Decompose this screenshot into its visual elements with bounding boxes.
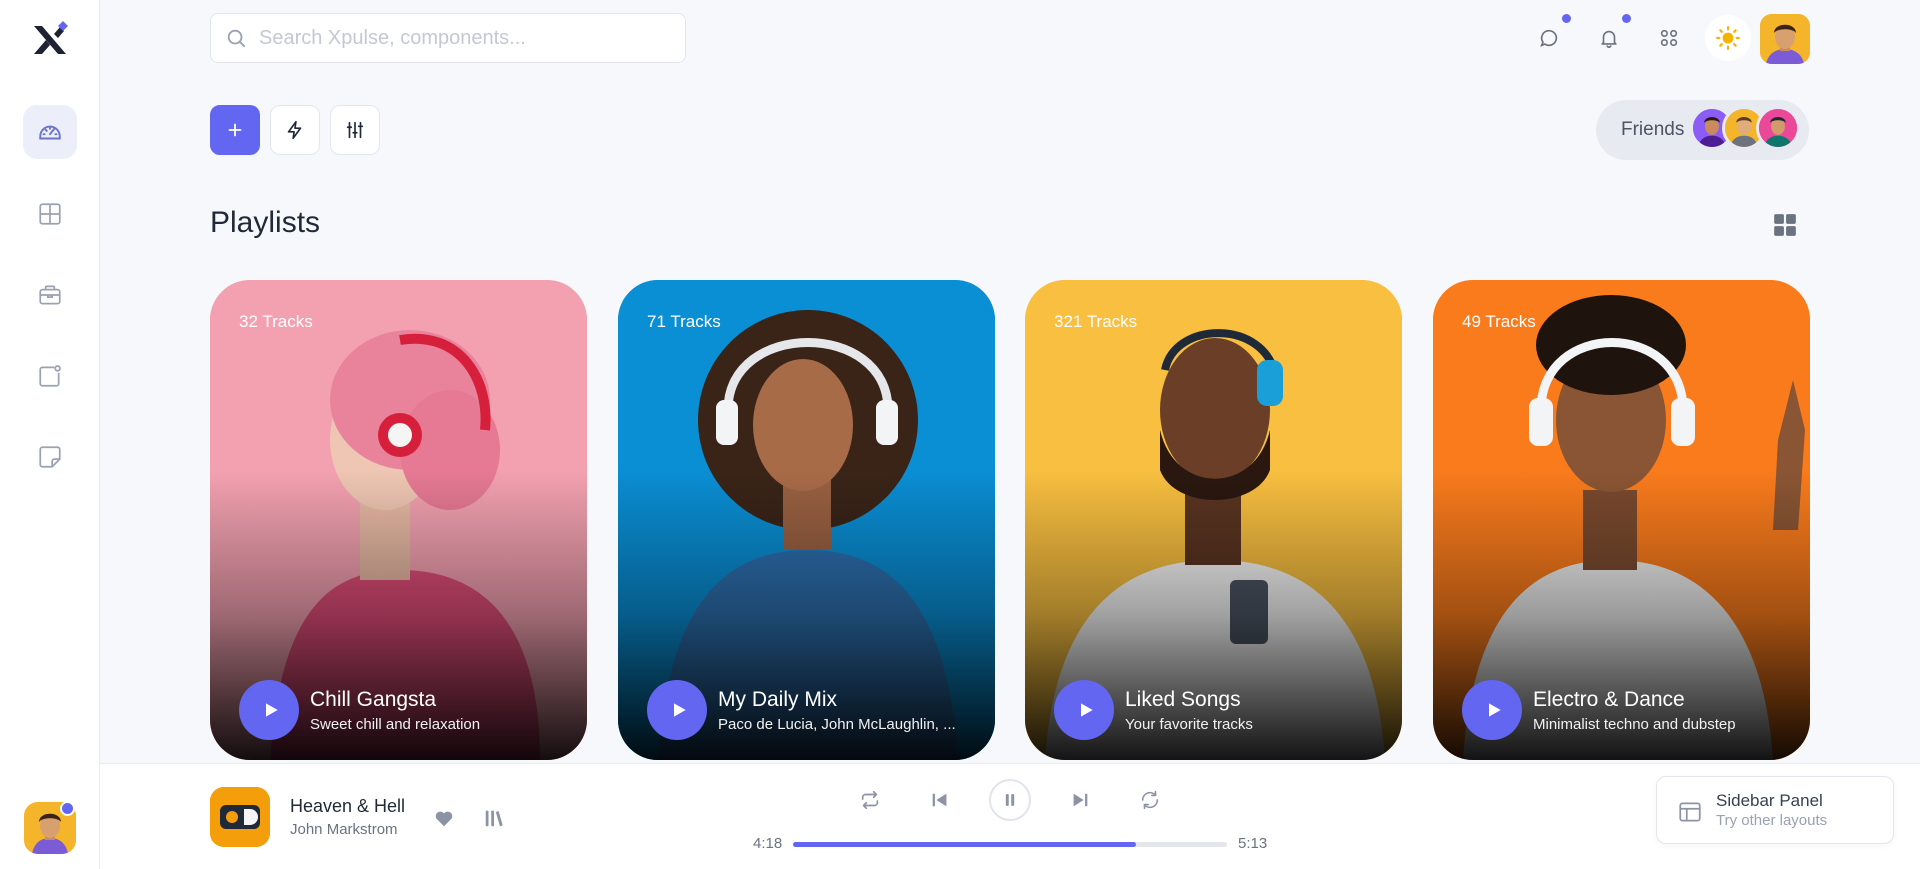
quick-action-button[interactable] — [270, 105, 320, 155]
friends-label: Friends — [1621, 119, 1685, 140]
song-artist[interactable]: John Markstrom — [290, 821, 398, 838]
filters-button[interactable] — [330, 105, 380, 155]
playlist-title: My Daily Mix — [718, 688, 837, 711]
add-button[interactable] — [210, 105, 260, 155]
notifications-badge — [1622, 14, 1631, 23]
online-status-dot — [60, 801, 75, 816]
sticky-note-icon — [39, 446, 61, 468]
heart-icon — [435, 811, 453, 827]
messages-badge — [1562, 14, 1571, 23]
playlist-card[interactable]: 71 Tracks My Daily Mix Paco de Lucia, Jo… — [618, 280, 995, 760]
messages-button[interactable] — [1533, 22, 1565, 54]
apps-button[interactable] — [1653, 22, 1685, 54]
play-button[interactable] — [1462, 680, 1522, 740]
library-button[interactable] — [482, 806, 506, 830]
xpulse-logo-icon[interactable] — [30, 20, 70, 60]
elapsed-time: 4:18 — [753, 835, 783, 852]
playlist-subtitle: Your favorite tracks — [1125, 716, 1253, 733]
search-icon — [227, 29, 246, 48]
playlist-card[interactable]: 32 Tracks Chill Gangsta Sweet chill and … — [210, 280, 587, 760]
avatar-illustration — [1760, 14, 1810, 64]
user-avatar[interactable] — [1760, 14, 1810, 64]
progress-bar[interactable] — [793, 842, 1227, 847]
sidebar-item-windows[interactable] — [23, 349, 77, 403]
plus-icon — [228, 123, 242, 137]
play-icon — [1488, 703, 1501, 717]
notifications-button[interactable] — [1593, 22, 1625, 54]
layout-grid-icon — [39, 203, 61, 225]
library-icon — [485, 810, 503, 827]
briefcase-icon — [39, 285, 61, 305]
playlist-title: Liked Songs — [1125, 688, 1241, 711]
bell-icon — [1601, 30, 1617, 48]
dashboard-gauge-icon — [39, 125, 61, 140]
next-button[interactable] — [1068, 788, 1092, 812]
layout-switcher[interactable]: Sidebar Panel Try other layouts — [1656, 776, 1894, 844]
track-count: 49 Tracks — [1462, 312, 1536, 331]
total-time: 5:13 — [1238, 835, 1268, 852]
progress-fill — [793, 842, 1136, 847]
playlist-card[interactable]: 49 Tracks Electro & Dance Minimalist tec… — [1433, 280, 1810, 760]
track-count: 71 Tracks — [647, 312, 721, 331]
play-icon — [673, 703, 686, 717]
refresh-icon — [1141, 790, 1159, 810]
pause-icon — [1005, 794, 1015, 806]
shuffle-button[interactable] — [1138, 788, 1162, 812]
like-button[interactable] — [432, 806, 456, 830]
sidebar-item-dashboard[interactable] — [23, 105, 77, 159]
play-icon — [265, 703, 278, 717]
playlist-subtitle: Sweet chill and relaxation — [310, 716, 481, 733]
play-button[interactable] — [647, 680, 707, 740]
search-input[interactable] — [259, 26, 659, 50]
avatar-illustration — [1759, 109, 1797, 147]
playlist-title: Chill Gangsta — [310, 688, 437, 711]
sidebar — [0, 0, 100, 869]
skip-forward-icon — [1073, 793, 1088, 807]
playlist-title: Electro & Dance — [1533, 688, 1685, 711]
sliders-icon — [346, 121, 364, 139]
previous-button[interactable] — [928, 788, 952, 812]
layout-switcher-title: Sidebar Panel — [1716, 791, 1823, 810]
friend-avatar[interactable] — [1756, 106, 1800, 150]
play-button[interactable] — [1054, 680, 1114, 740]
sidebar-item-notes[interactable] — [23, 430, 77, 484]
song-title: Heaven & Hell — [290, 796, 406, 816]
play-icon — [1080, 703, 1093, 717]
pause-button[interactable] — [989, 779, 1031, 821]
apps-grid-icon — [1660, 29, 1678, 47]
layout-switcher-subtitle: Try other layouts — [1716, 812, 1828, 829]
window-badge-icon — [39, 365, 61, 387]
sidebar-item-layouts[interactable] — [23, 187, 77, 241]
playlist-card[interactable]: 321 Tracks Liked Songs Your favorite tra… — [1025, 280, 1402, 760]
search-bar[interactable] — [210, 13, 686, 63]
layout-icon — [1679, 802, 1701, 822]
track-count: 32 Tracks — [239, 312, 313, 331]
sidebar-item-business[interactable] — [23, 268, 77, 322]
theme-toggle-button[interactable] — [1705, 15, 1751, 61]
track-count: 321 Tracks — [1054, 312, 1138, 331]
album-art[interactable] — [210, 787, 270, 847]
chat-icon — [1540, 29, 1558, 47]
play-button[interactable] — [239, 680, 299, 740]
page-title: Playlists — [210, 206, 321, 239]
playlist-subtitle: Minimalist techno and dubstep — [1533, 716, 1736, 733]
sun-icon — [1716, 26, 1740, 50]
repeat-icon — [861, 790, 879, 810]
playlist-subtitle: Paco de Lucia, John McLaughlin, ... — [718, 716, 956, 733]
repeat-button[interactable] — [858, 788, 882, 812]
grid-view-icon[interactable] — [1772, 212, 1798, 238]
album-cover-image — [210, 787, 270, 847]
skip-back-icon — [932, 793, 947, 807]
lightning-icon — [287, 120, 302, 140]
